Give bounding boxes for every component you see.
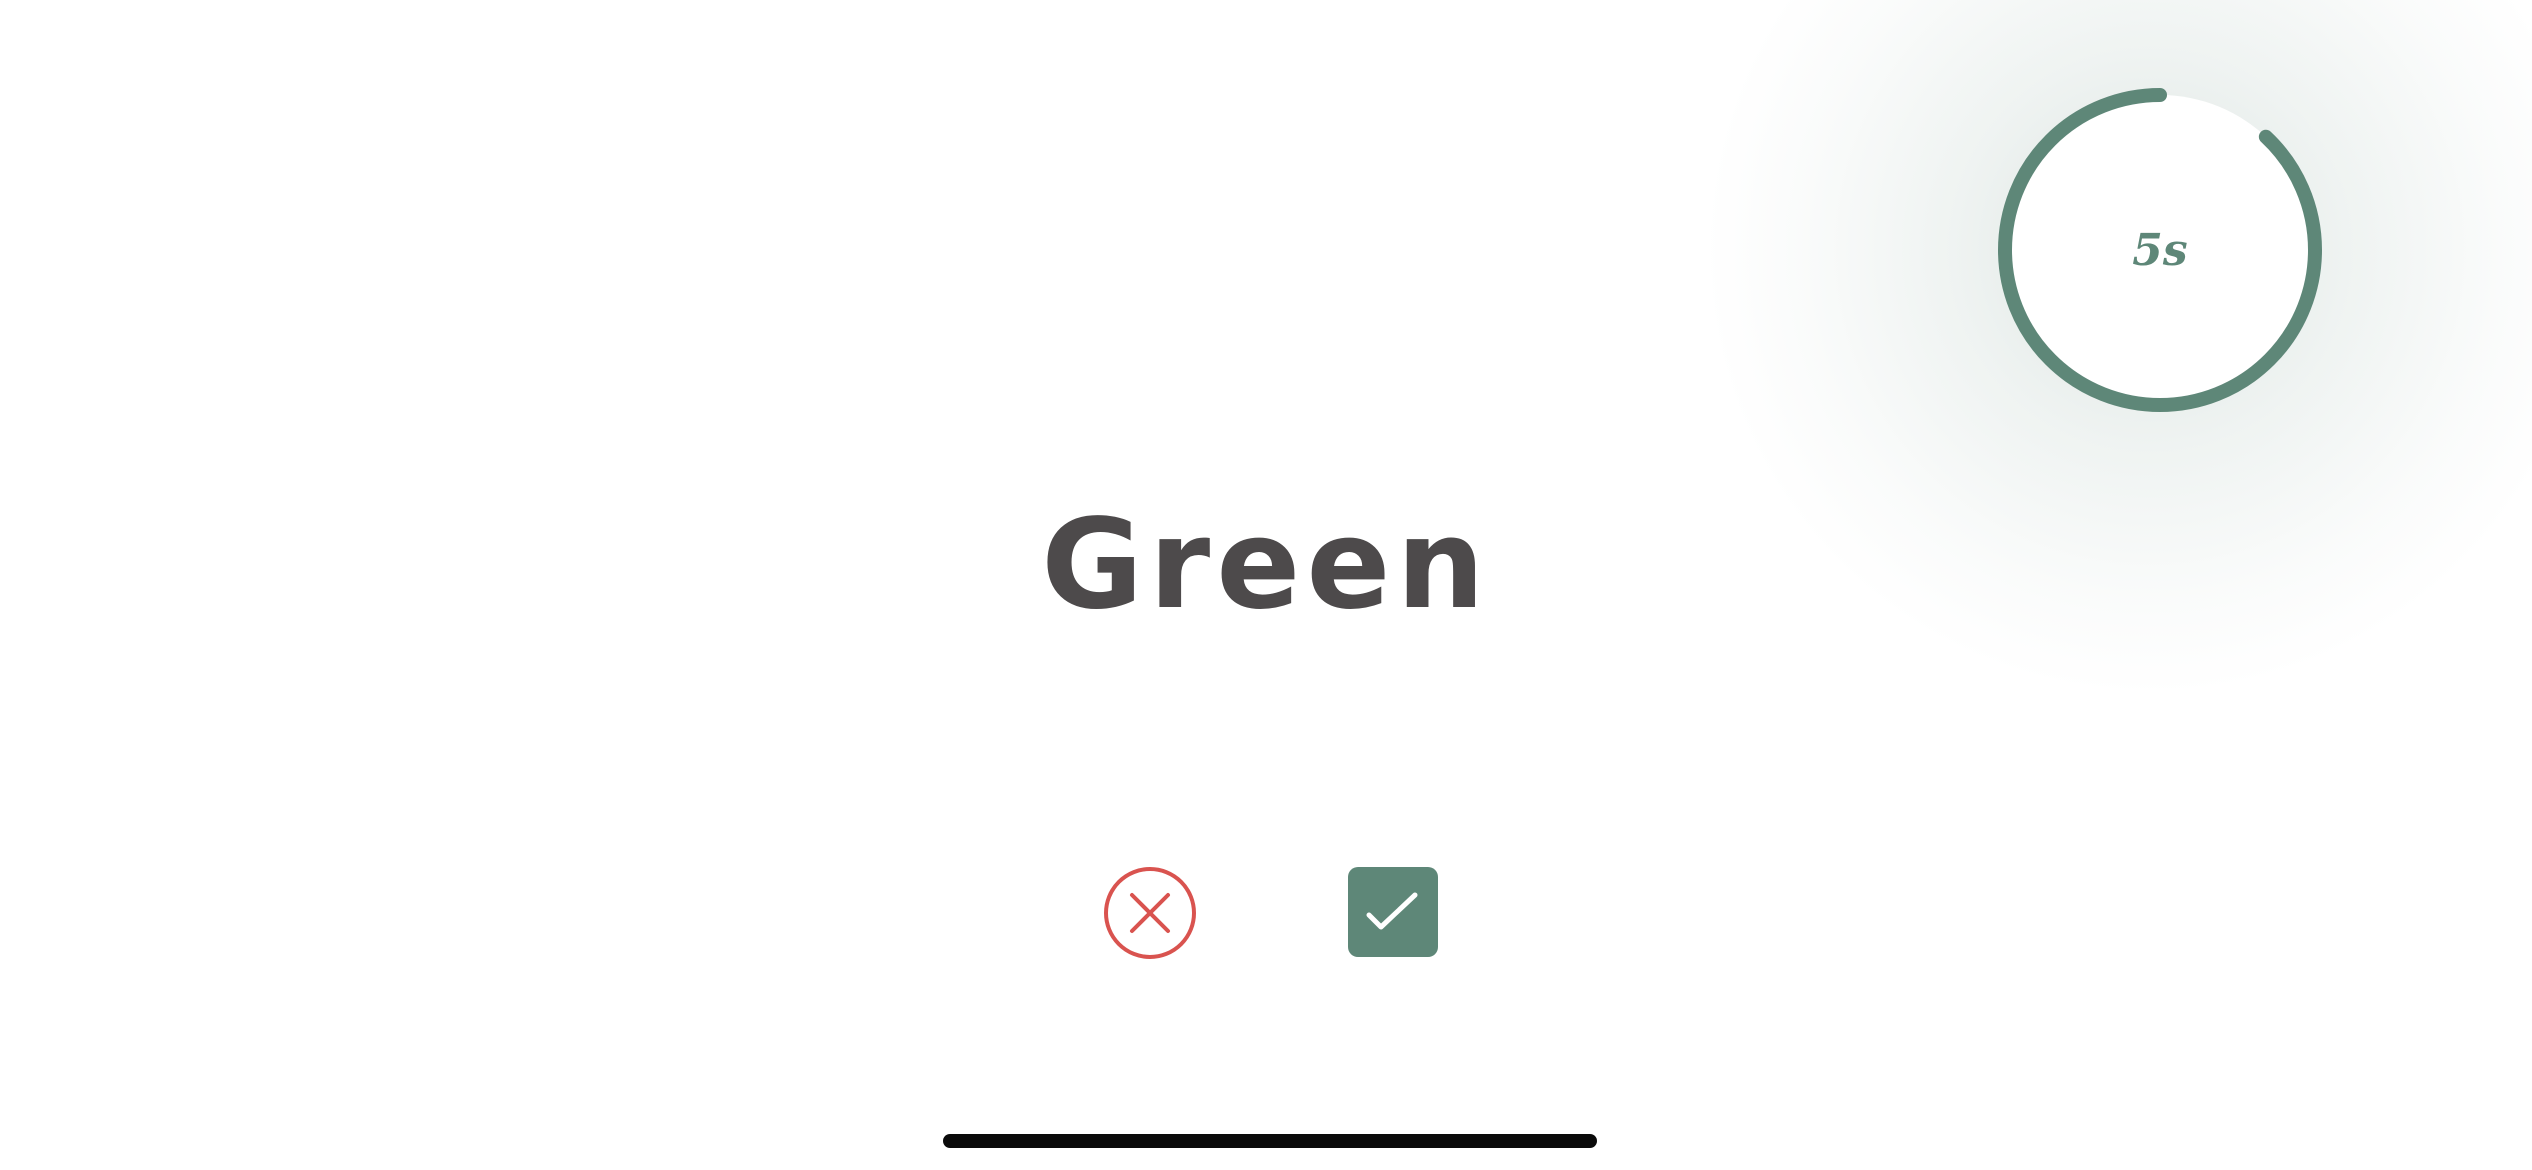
color-word: Green [1041,493,1491,637]
reject-button[interactable] [1104,867,1196,959]
close-icon [1130,893,1170,933]
game-screen: 5s Green [0,0,2532,1170]
countdown-timer: 5s [1990,80,2330,420]
accept-button[interactable] [1348,867,1438,957]
check-icon [1366,892,1418,930]
home-indicator[interactable] [943,1134,1597,1148]
timer-label: 5s [2132,224,2188,276]
